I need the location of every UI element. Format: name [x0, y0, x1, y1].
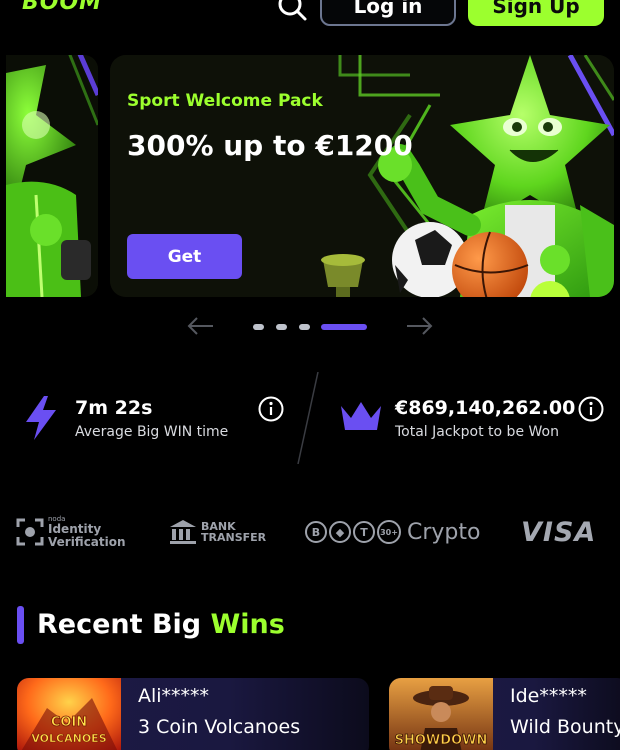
- bank-line2: TRANSFER: [201, 531, 267, 544]
- bank-icon: [170, 520, 196, 544]
- svg-text:SHOWDOWN: SHOWDOWN: [395, 733, 488, 748]
- section-accent-bar: [17, 606, 24, 644]
- crypto-label: Crypto: [407, 519, 481, 545]
- pager-dot[interactable]: [253, 324, 264, 330]
- logo[interactable]: BOOM: [22, 0, 102, 15]
- win-card[interactable]: SHOWDOWN Ide***** Wild Bounty Showdown: [389, 678, 620, 750]
- win-user: Ali*****: [138, 685, 210, 707]
- header: BOOM Log in Sign Up: [0, 0, 620, 36]
- win-game: 3 Coin Volcanoes: [138, 716, 301, 738]
- crown-icon: [341, 400, 381, 436]
- visa-logo: VISA: [521, 512, 596, 552]
- login-button[interactable]: Log in: [320, 0, 456, 26]
- win-user: Ide*****: [510, 685, 587, 707]
- identity-icon: [16, 518, 44, 546]
- lightning-icon: [24, 396, 58, 444]
- jackpot-value: €869,140,262.00: [395, 397, 576, 419]
- jackpot-label: Total Jackpot to be Won: [395, 424, 559, 440]
- crypto-logo: B ◆ T 30+ Crypto: [305, 512, 480, 552]
- get-bonus-button[interactable]: Get: [127, 234, 242, 279]
- identity-verification-logo: noda Identity Verification: [16, 512, 126, 552]
- pager-dot[interactable]: [299, 324, 310, 330]
- carousel-pager: [0, 310, 620, 342]
- info-icon[interactable]: [258, 396, 284, 422]
- banner-title: 300% up to €1200: [127, 129, 413, 162]
- recent-big-wins-title-accent: Wins: [210, 609, 285, 640]
- identity-line2: Verification: [48, 534, 126, 549]
- win-game: Wild Bounty Showdown: [510, 716, 620, 738]
- svg-text:COIN: COIN: [51, 715, 87, 730]
- identity-line1: Identity: [48, 521, 102, 536]
- recent-big-wins-title: Recent Big Wins: [37, 609, 285, 640]
- svg-text:VOLCANOES: VOLCANOES: [31, 732, 106, 745]
- tether-icon: T: [353, 521, 375, 543]
- ethereum-icon: ◆: [329, 521, 351, 543]
- crypto-count-badge: 30+: [377, 520, 401, 544]
- bank-transfer-logo: BANK TRANSFER: [169, 512, 266, 552]
- visa-label: VISA: [521, 516, 597, 548]
- arrow-right-icon[interactable]: [404, 314, 434, 338]
- win-card[interactable]: COIN VOLCANOES Ali***** 3 Coin Volcanoes: [17, 678, 369, 750]
- stats-divider: [294, 371, 324, 465]
- pager-dot[interactable]: [276, 324, 287, 330]
- avg-win-time-label: Average Big WIN time: [75, 424, 229, 440]
- banner-kicker: Sport Welcome Pack: [127, 91, 323, 111]
- game-thumbnail: COIN VOLCANOES: [17, 678, 121, 750]
- arrow-left-icon[interactable]: [186, 314, 216, 338]
- recent-big-wins-title-main: Recent Big: [37, 609, 211, 640]
- banner-slide[interactable]: Sport Welcome Pack 300% up to €1200 Get: [110, 55, 614, 297]
- avg-win-time-value: 7m 22s: [75, 397, 153, 419]
- info-icon[interactable]: [578, 396, 604, 422]
- signup-button[interactable]: Sign Up: [468, 0, 604, 26]
- search-icon[interactable]: [276, 0, 308, 22]
- bitcoin-icon: B: [305, 521, 327, 543]
- pager-dot-active[interactable]: [321, 324, 367, 330]
- previous-slide[interactable]: [6, 55, 98, 297]
- game-thumbnail: SHOWDOWN: [389, 678, 493, 750]
